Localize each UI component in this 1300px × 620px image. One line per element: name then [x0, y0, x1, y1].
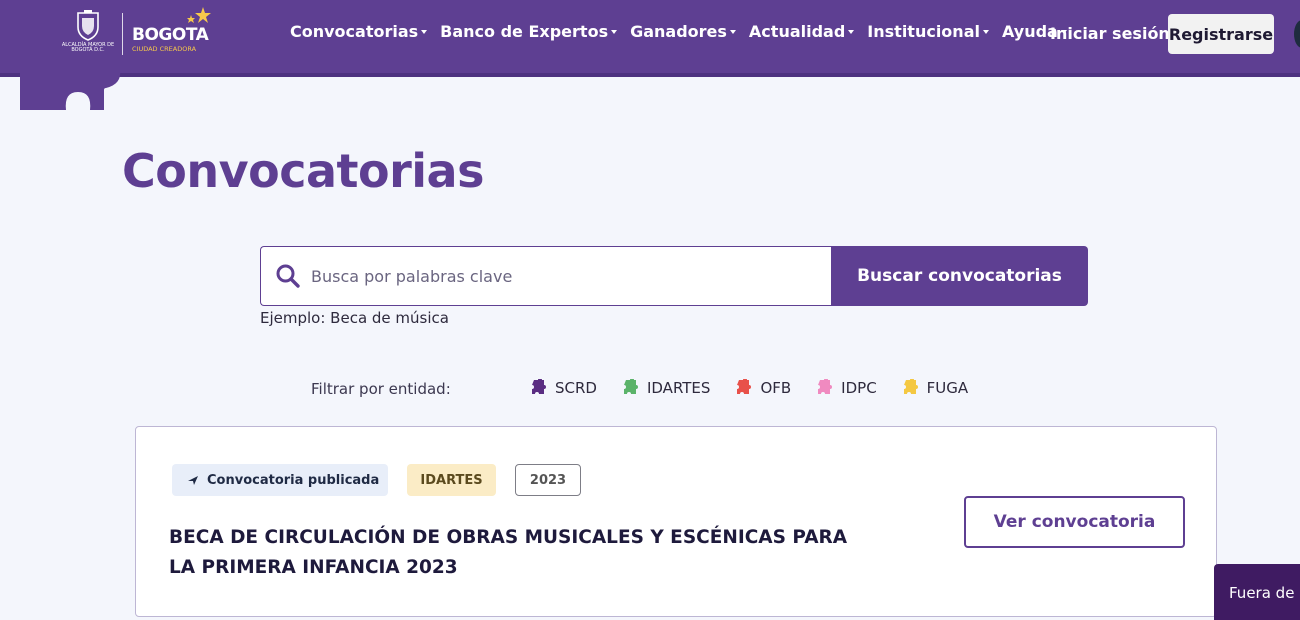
nav-label: Ganadores — [630, 22, 727, 41]
filter-idartes[interactable]: IDARTES — [621, 379, 710, 397]
login-link[interactable]: Iniciar sesión — [1050, 24, 1170, 43]
register-button[interactable]: Registrarse — [1168, 14, 1274, 54]
puzzle-icon — [623, 379, 638, 394]
puzzle-icon — [532, 379, 546, 394]
year-badge: 2023 — [515, 464, 581, 496]
status-badge: Convocatoria publicada — [172, 464, 388, 496]
filter-idpc[interactable]: IDPC — [815, 379, 877, 397]
brand-subtitle: CIUDAD CREADORA — [132, 45, 197, 53]
filter-ofb[interactable]: OFB — [734, 379, 791, 397]
nav-label: Institucional — [867, 22, 980, 41]
filter-label-ofb: OFB — [760, 379, 792, 397]
caret-down-icon — [421, 30, 428, 34]
nav-item-actualidad[interactable]: Actualidad — [748, 22, 855, 41]
nav-item-institucional[interactable]: Institucional — [867, 22, 989, 41]
status-badge-label: Convocatoria publicada — [207, 472, 380, 488]
search-bar: Buscar convocatorias — [260, 246, 1088, 306]
nav-label: Convocatorias — [290, 22, 419, 41]
caret-down-icon — [982, 30, 989, 34]
nav-item-banco-de-expertos[interactable]: Banco de Expertos — [440, 22, 618, 41]
puzzle-icon — [903, 379, 918, 394]
search-input[interactable] — [311, 266, 811, 286]
brand-logo: BOGOTA CIUDAD CREADORA — [131, 7, 221, 59]
puzzle-icon — [818, 379, 833, 394]
search-example-text: Ejemplo: Beca de música — [260, 309, 449, 327]
search-field — [260, 246, 831, 306]
puzzle-piece-icon — [20, 70, 121, 110]
convocatoria-card: Convocatoria publicada IDARTES 2023 BECA… — [135, 426, 1217, 617]
page-title: Convocatorias — [122, 144, 484, 198]
outside-tab[interactable]: Fuera de l — [1214, 564, 1300, 620]
nav-item-convocatorias[interactable]: Convocatorias — [290, 22, 428, 41]
entity-filters: SCRD IDARTES OFB IDPC FUGA — [529, 379, 992, 397]
nav-label: Banco de Expertos — [440, 22, 609, 41]
convocatoria-title: BECA DE CIRCULACIÓN DE OBRAS MUSICALES Y… — [169, 527, 848, 578]
filter-label-fuga: FUGA — [926, 379, 969, 397]
seal-text: ALCALDÍA MAYOR DE BOGOTÁ D.C. — [61, 42, 115, 53]
filter-label-idpc: IDPC — [841, 379, 877, 397]
filter-label: Filtrar por entidad: — [311, 380, 451, 398]
entity-badge: IDARTES — [407, 464, 496, 496]
nav-label: Actualidad — [748, 22, 846, 41]
ver-convocatoria-button[interactable]: Ver convocatoria — [964, 496, 1185, 548]
filter-scrd[interactable]: SCRD — [529, 379, 597, 397]
send-icon — [188, 475, 198, 485]
logo-divider — [122, 13, 123, 55]
accessibility-avatar[interactable] — [1294, 20, 1300, 48]
search-icon — [275, 263, 301, 289]
nav-item-ganadores[interactable]: Ganadores — [630, 22, 736, 41]
search-button[interactable]: Buscar convocatorias — [831, 246, 1088, 306]
puzzle-icon — [737, 379, 752, 394]
caret-down-icon — [848, 30, 855, 34]
stars-icon — [187, 7, 211, 23]
main-nav: Convocatorias Banco de Expertos Ganadore… — [290, 22, 1080, 41]
filter-label-scrd: SCRD — [555, 379, 597, 397]
city-seal-icon: ALCALDÍA MAYOR DE BOGOTÁ D.C. — [58, 9, 118, 59]
site-logo[interactable]: ALCALDÍA MAYOR DE BOGOTÁ D.C. BOGOTA CIU… — [58, 7, 221, 60]
filter-fuga[interactable]: FUGA — [901, 379, 969, 397]
filter-label-idartes: IDARTES — [646, 379, 711, 397]
caret-down-icon — [729, 30, 736, 34]
caret-down-icon — [611, 30, 618, 34]
top-navbar: ALCALDÍA MAYOR DE BOGOTÁ D.C. BOGOTA CIU… — [0, 0, 1300, 77]
